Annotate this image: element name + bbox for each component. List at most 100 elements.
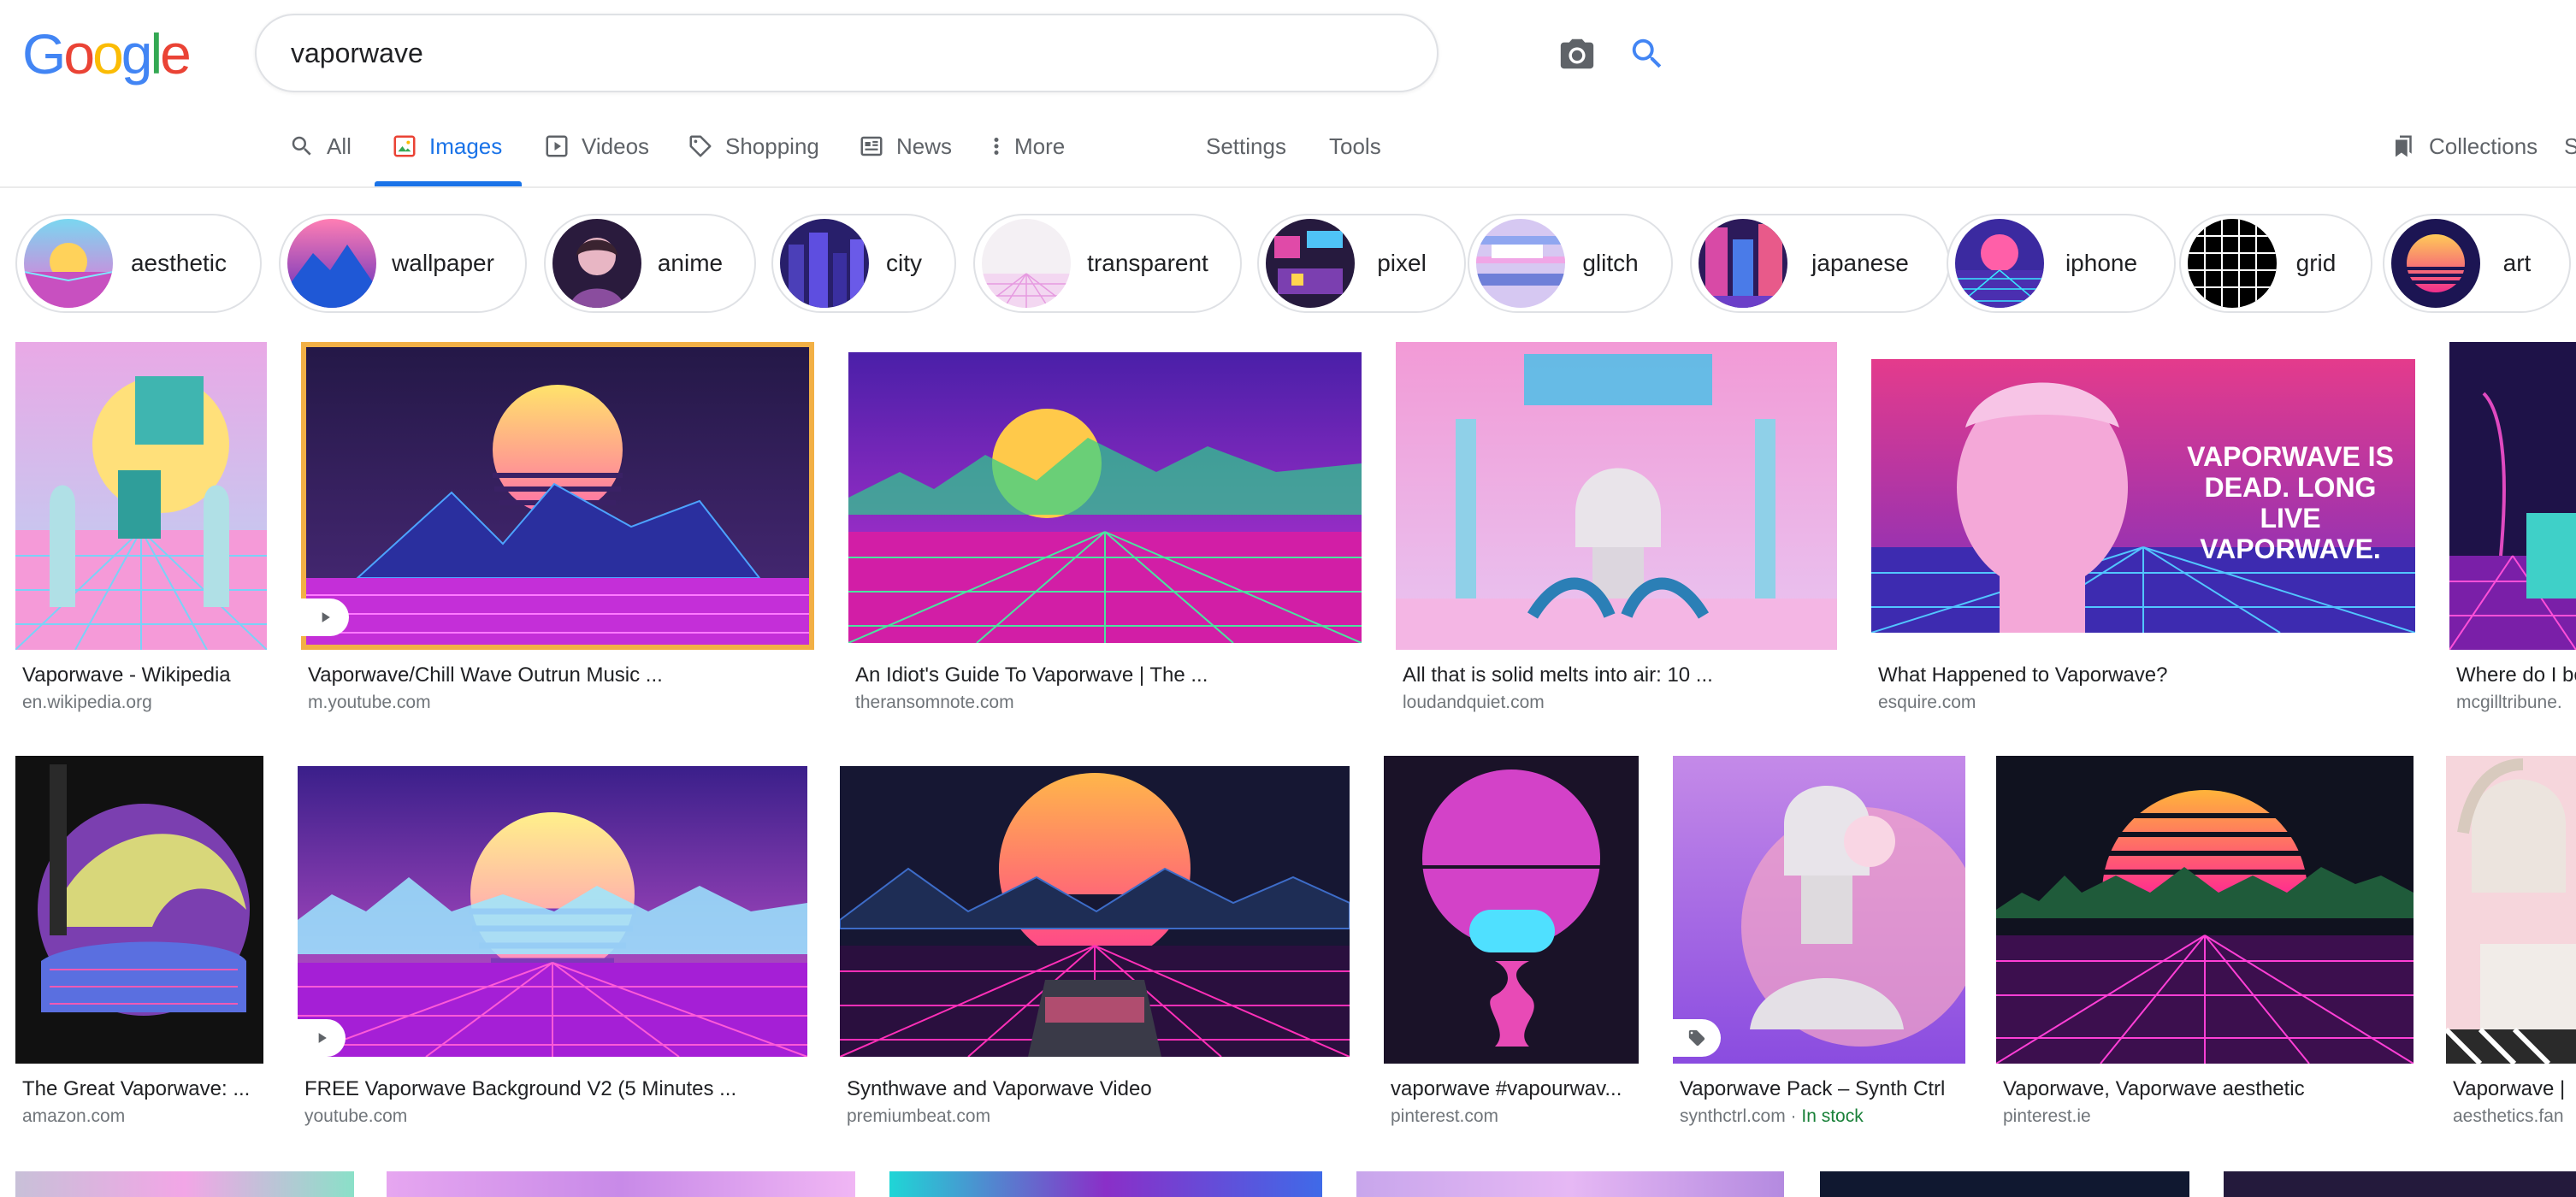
chip-label: transparent (1087, 250, 1208, 276)
tab-more[interactable]: More (990, 133, 1065, 185)
chip-thumbnail (1699, 219, 1787, 308)
tab-tools[interactable]: Tools (1329, 133, 1381, 185)
chip-label: grid (2295, 250, 2337, 276)
image-result[interactable]: Vaporwave | aesthetics.fan (2446, 756, 2576, 1132)
google-logo[interactable]: Google (22, 26, 192, 82)
image-result[interactable]: Vaporwave Pack – Synth Ctrl synthctrl.co… (1673, 756, 1981, 1132)
result-thumbnail (1396, 342, 1837, 650)
chip-label: anime (657, 250, 724, 276)
result-title: All that is solid melts into air: 10 ... (1403, 663, 1713, 687)
chip-aesthetic[interactable]: aesthetic (15, 214, 262, 313)
chip-japanese[interactable]: japanese (1690, 214, 1950, 313)
chip-thumbnail (2188, 219, 2277, 308)
chip-transparent[interactable]: transparent (973, 214, 1242, 313)
image-result[interactable]: Vaporwave - Wikipedia en.wikipedia.org (15, 342, 289, 718)
image-result[interactable]: Where do I be mcgilltribune. (2449, 342, 2576, 718)
chip-thumbnail (24, 219, 113, 308)
chip-pixel[interactable]: pixel (1257, 214, 1466, 313)
chip-thumbnail (1476, 219, 1565, 308)
image-result[interactable]: vaporwave #vapourwav... pinterest.com (1384, 756, 1640, 1132)
result-title: Where do I be (2456, 663, 2576, 687)
image-result[interactable] (1820, 1171, 2189, 1197)
video-icon (546, 135, 568, 157)
result-title: Synthwave and Vaporwave Video (847, 1077, 1152, 1100)
result-title: The Great Vaporwave: ... (22, 1077, 251, 1100)
result-source: aesthetics.fan (2453, 1106, 2564, 1126)
tab-label: Shopping (725, 133, 819, 159)
result-thumbnail (15, 756, 263, 1064)
chip-grid[interactable]: grid (2179, 214, 2372, 313)
chip-thumbnail (2391, 219, 2480, 308)
tab-safesearch[interactable]: S (2564, 133, 2576, 185)
chip-label: japanese (1811, 250, 1909, 276)
result-thumbnail (1996, 756, 2414, 1064)
result-thumbnail (387, 1171, 855, 1197)
tab-all[interactable]: All (289, 133, 352, 185)
collections-link[interactable]: Collections (2391, 133, 2538, 185)
result-source: loudandquiet.com (1403, 693, 1545, 712)
result-title: An Idiot's Guide To Vaporwave | The ... (855, 663, 1208, 687)
result-title: vaporwave #vapourwav... (1391, 1077, 1622, 1100)
header-divider (0, 186, 2576, 188)
image-result[interactable]: Vaporwave, Vaporwave aesthetic pinterest… (1996, 756, 2415, 1132)
more-vert-icon (994, 138, 999, 155)
chip-wallpaper[interactable]: wallpaper (279, 214, 527, 313)
news-icon (860, 136, 883, 156)
result-thumbnail (1356, 1171, 1784, 1197)
result-thumbnail (301, 342, 814, 650)
tab-videos[interactable]: Videos (544, 133, 649, 185)
play-icon (301, 598, 349, 636)
image-result[interactable] (387, 1171, 855, 1197)
result-source: en.wikipedia.org (22, 693, 152, 712)
chip-glitch[interactable]: glitch (1468, 214, 1673, 313)
tab-label: Images (429, 133, 503, 159)
image-result[interactable]: Vaporwave/Chill Wave Outrun Music ... m.… (301, 342, 823, 718)
image-result[interactable]: VAPORWAVE IS DEAD. LONG LIVE VAPORWAVE. … (1871, 342, 2419, 718)
result-title: Vaporwave | (2453, 1077, 2566, 1100)
image-result[interactable] (889, 1171, 1322, 1197)
result-source: synthctrl.com · In stock (1680, 1106, 1864, 1126)
search-tabs: All Images Videos Shopping News More Set… (0, 120, 2576, 188)
chip-city[interactable]: city (771, 214, 956, 313)
tab-shopping[interactable]: Shopping (688, 133, 819, 185)
result-thumbnail (1673, 756, 1965, 1064)
chip-thumbnail (287, 219, 376, 308)
image-result[interactable]: The Great Vaporwave: ... amazon.com (15, 756, 281, 1132)
chip-label: city (886, 250, 922, 276)
tab-label: Settings (1206, 133, 1286, 159)
tag-icon (689, 135, 712, 157)
price-tag-icon (1673, 1019, 1721, 1057)
search-icon[interactable] (1627, 34, 1668, 74)
camera-icon[interactable] (1557, 34, 1598, 74)
chip-label: iphone (2065, 250, 2138, 276)
tab-settings[interactable]: Settings (1206, 133, 1286, 185)
image-result[interactable] (15, 1171, 354, 1197)
image-result[interactable]: An Idiot's Guide To Vaporwave | The ... … (848, 342, 1370, 718)
tab-label: All (327, 133, 352, 159)
image-result[interactable] (1356, 1171, 1784, 1197)
tab-images[interactable]: Images (392, 133, 502, 185)
image-result[interactable]: All that is solid melts into air: 10 ...… (1396, 342, 1840, 718)
result-title: Vaporwave - Wikipedia (22, 663, 231, 687)
chip-art[interactable]: art (2383, 214, 2571, 313)
image-result[interactable]: FREE Vaporwave Background V2 (5 Minutes … (298, 756, 811, 1132)
result-source-domain: synthctrl.com (1680, 1106, 1786, 1126)
tab-label: Videos (582, 133, 650, 159)
result-thumbnail (1820, 1171, 2189, 1197)
search-input[interactable] (291, 31, 1232, 75)
chip-anime[interactable]: anime (544, 214, 756, 313)
chip-label: glitch (1582, 250, 1639, 276)
result-source: m.youtube.com (308, 693, 431, 712)
image-result[interactable] (2224, 1171, 2576, 1197)
result-thumbnail (848, 352, 1362, 643)
chip-iphone[interactable]: iphone (1947, 214, 2176, 313)
image-result[interactable]: Synthwave and Vaporwave Video premiumbea… (840, 756, 1353, 1132)
chip-label: pixel (1377, 250, 1427, 276)
result-source: pinterest.ie (2003, 1106, 2091, 1126)
chip-thumbnail (552, 219, 641, 308)
chip-thumbnail (1955, 219, 2044, 308)
result-thumbnail (889, 1171, 1322, 1197)
tab-label: S (2564, 133, 2576, 159)
result-thumbnail (2446, 756, 2576, 1064)
tab-news[interactable]: News (859, 133, 952, 185)
